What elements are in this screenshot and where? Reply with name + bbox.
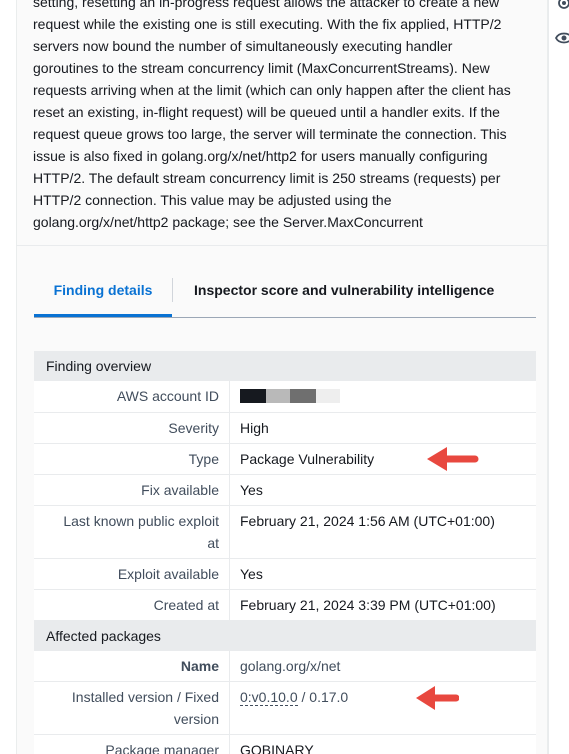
description-line: goroutines to the stream concurrency lim… <box>33 60 490 76</box>
account-id-redacted <box>230 381 536 412</box>
finding-details-table: Finding overview AWS account ID Severity… <box>34 351 536 754</box>
row-label: Type <box>34 444 230 474</box>
description-line: HTTP/2. The default stream concurrency l… <box>33 170 501 186</box>
redaction-block <box>290 389 316 403</box>
detail-tabs: Finding details Inspector score and vuln… <box>34 268 536 318</box>
tab-divider <box>172 278 173 302</box>
severity-value: High <box>240 420 269 436</box>
row-label: Exploit available <box>34 559 230 589</box>
description-line: reset an existing, in-flight request) wi… <box>33 104 500 120</box>
redaction-block <box>316 389 340 403</box>
table-row: Fix available Yes <box>34 475 536 506</box>
eye-icon[interactable] <box>555 29 569 47</box>
tab-finding-details[interactable]: Finding details <box>34 268 172 317</box>
row-label: Name <box>34 651 230 681</box>
exploit-available-value: Yes <box>240 566 263 582</box>
table-row: Exploit available Yes <box>34 559 536 590</box>
table-row: AWS account ID <box>34 381 536 413</box>
tab-underline <box>34 317 536 318</box>
annotation-arrow <box>416 686 459 710</box>
row-label-line: Installed version / Fixed <box>71 689 219 705</box>
row-label: Installed version / Fixed version <box>34 682 230 734</box>
created-at-value: February 21, 2024 3:39 PM (UTC+01:00) <box>240 597 496 613</box>
description-line: requests arriving when at the limit (whi… <box>33 82 511 98</box>
redaction-block <box>266 389 290 403</box>
table-row: Last known public exploit at February 21… <box>34 506 536 559</box>
row-label-line: version <box>173 711 219 727</box>
version-separator: / <box>297 689 310 705</box>
table-row: Created at February 21, 2024 3:39 PM (UT… <box>34 590 536 621</box>
description-line: golang.org/x/net/http2 package; see the … <box>33 214 423 230</box>
table-row: Package manager GOBINARY <box>34 735 536 754</box>
section-divider <box>16 245 548 246</box>
table-row: Severity High <box>34 413 536 444</box>
row-label: Last known public exploit at <box>34 506 230 558</box>
type-value: Package Vulnerability <box>240 451 375 467</box>
description-line: setting, resetting an in-progress reques… <box>33 0 500 10</box>
package-manager-value: GOBINARY <box>240 742 314 754</box>
last-exploit-value: February 21, 2024 1:56 AM (UTC+01:00) <box>240 513 495 529</box>
table-row: Name golang.org/x/net <box>34 651 536 682</box>
fixed-version: 0.17.0 <box>309 689 349 705</box>
row-label: Severity <box>34 413 230 443</box>
description-line: HTTP/2 connection. This value may be adj… <box>33 192 392 208</box>
gear-icon[interactable] <box>555 0 569 12</box>
vulnerability-description: setting, resetting an in-progress reques… <box>33 0 538 233</box>
annotation-arrow <box>427 447 479 471</box>
installed-version-link[interactable]: 0:v0.10.0 <box>240 689 298 706</box>
section-header-affected-packages: Affected packages <box>34 621 536 651</box>
row-label: Fix available <box>34 475 230 505</box>
fix-available-value: Yes <box>240 482 263 498</box>
section-header-finding-overview: Finding overview <box>34 351 536 381</box>
description-line: request while the existing one is still … <box>33 16 502 32</box>
package-name-value: golang.org/x/net <box>240 658 341 674</box>
row-label: AWS account ID <box>34 381 230 412</box>
row-label: Created at <box>34 590 230 620</box>
table-row: Installed version / Fixed version 0:v0.1… <box>34 682 536 735</box>
description-line: request queue grows too large, the serve… <box>33 126 507 142</box>
tab-inspector-score[interactable]: Inspector score and vulnerability intell… <box>194 268 524 316</box>
description-line: issue is also fixed in golang.org/x/net/… <box>33 148 488 164</box>
row-label-line: Last known public exploit <box>63 513 219 529</box>
version-value: 0:v0.10.0 / 0.17.0 <box>230 682 536 734</box>
description-line: servers now bound the number of simultan… <box>33 38 453 54</box>
row-label: Package manager <box>34 735 230 754</box>
row-label-line: at <box>207 535 219 551</box>
redaction-block <box>240 389 266 403</box>
side-rail <box>548 0 569 754</box>
